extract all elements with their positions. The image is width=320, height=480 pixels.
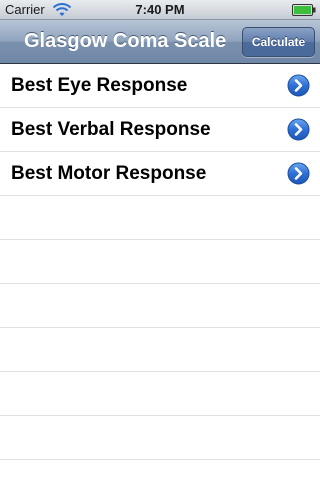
disclosure-button-icon[interactable]	[287, 118, 310, 141]
row-label: Best Motor Response	[11, 163, 207, 184]
response-table: Best Eye Response Best Verbal Response B…	[0, 64, 320, 480]
table-row-eye-response[interactable]: Best Eye Response	[0, 64, 320, 108]
table-row-motor-response[interactable]: Best Motor Response	[0, 152, 320, 196]
row-label: Best Eye Response	[11, 75, 188, 96]
table-row-verbal-response[interactable]: Best Verbal Response	[0, 108, 320, 152]
empty-row	[0, 372, 320, 416]
status-bar: Carrier 7:40 PM	[0, 0, 320, 20]
disclosure-button-icon[interactable]	[287, 162, 310, 185]
page-title: Glasgow Coma Scale	[24, 30, 227, 52]
calculate-button[interactable]: Calculate	[242, 27, 315, 57]
empty-row	[0, 284, 320, 328]
empty-row	[0, 240, 320, 284]
battery-icon	[292, 4, 316, 16]
row-label: Best Verbal Response	[11, 119, 211, 140]
empty-row	[0, 328, 320, 372]
navigation-bar: Glasgow Coma Scale Calculate	[0, 20, 320, 64]
empty-row	[0, 416, 320, 460]
disclosure-button-icon[interactable]	[287, 74, 310, 97]
status-time: 7:40 PM	[135, 2, 185, 17]
empty-row	[0, 196, 320, 240]
